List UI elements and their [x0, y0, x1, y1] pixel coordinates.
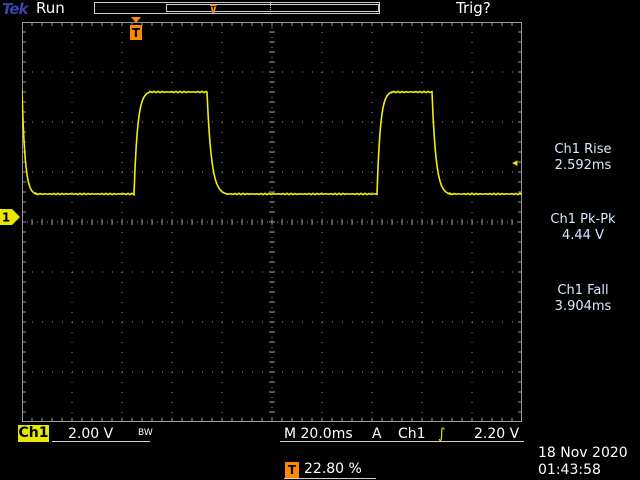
ch1-indicator[interactable]: Ch1 — [18, 425, 49, 442]
measurement-rise[interactable]: Ch1 Rise 2.592ms — [524, 142, 640, 174]
grid-lines — [22, 22, 522, 422]
measurement-label: Ch1 Fall — [557, 283, 609, 298]
brand-logo: Tek — [2, 0, 28, 18]
trigger-position-icon: T — [285, 462, 299, 478]
trigger-source: Ch1 — [398, 426, 426, 442]
bandwidth-limit-icon: BW — [138, 428, 153, 438]
ch1-ground-marker[interactable]: 1 — [0, 209, 20, 225]
ch1-ground-label: 1 — [2, 211, 10, 225]
measurement-value: 4.44 V — [562, 228, 604, 243]
rising-edge-slope-icon: ∫ — [438, 426, 446, 442]
trigger-level: 2.20 V — [474, 426, 520, 442]
trigger-divider — [280, 441, 524, 442]
record-window — [166, 4, 379, 12]
volts-per-div: 2.00 V — [68, 426, 114, 442]
trigger-position-divider — [284, 478, 376, 479]
measurement-label: Ch1 Rise — [554, 142, 612, 157]
vdiv-divider — [52, 441, 150, 442]
time: 01:43:58 — [538, 462, 601, 478]
trigger-level-marker-icon: ◂ — [512, 156, 518, 169]
record-center-tick — [270, 3, 271, 12]
graticule[interactable] — [22, 22, 522, 422]
date: 18 Nov 2020 — [538, 445, 628, 461]
measurement-label: Ch1 Pk-Pk — [550, 212, 616, 227]
measurement-value: 2.592ms — [554, 158, 612, 173]
measurement-fall[interactable]: Ch1 Fall 3.904ms — [524, 283, 640, 315]
trigger-position: 22.80 % — [304, 461, 362, 477]
trigger-state: Trig? — [456, 0, 491, 17]
measurement-value: 3.904ms — [554, 299, 612, 314]
trigger-mode: A — [372, 426, 382, 442]
trigger-position-marker-icon: ⊽ — [209, 3, 218, 16]
measurement-pk-pk[interactable]: Ch1 Pk-Pk 4.44 V — [524, 212, 640, 244]
acquisition-state[interactable]: Run — [36, 0, 65, 17]
timebase: M 20.0ms — [284, 426, 353, 442]
